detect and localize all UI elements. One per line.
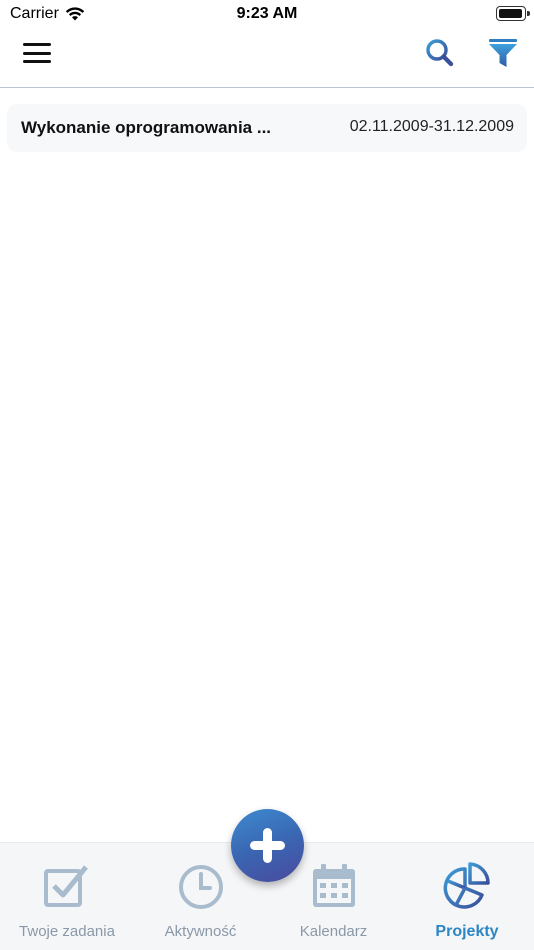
- calendar-icon: [312, 864, 355, 907]
- hamburger-menu-icon[interactable]: [22, 40, 52, 66]
- clock-time: 9:23 AM: [236, 5, 298, 22]
- tab-label: Aktywność: [164, 923, 237, 940]
- list-item[interactable]: Wykonanie oprogramowania ... 02.11.2009-…: [7, 104, 527, 152]
- search-icon[interactable]: [424, 37, 456, 69]
- tab-twoje-zadania[interactable]: Twoje zadania: [0, 843, 134, 950]
- project-dates: 02.11.2009-31.12.2009: [349, 118, 514, 135]
- clock-icon: [178, 865, 223, 909]
- navigation-bar: [0, 28, 534, 88]
- tab-label: Kalendarz: [299, 923, 368, 940]
- pie-chart-icon: [443, 862, 490, 909]
- filter-icon[interactable]: [486, 36, 520, 70]
- checkbox-icon: [44, 865, 88, 907]
- project-name: Wykonanie oprogramowania ...: [21, 118, 272, 137]
- status-bar: Carrier 9:23 AM: [0, 0, 534, 28]
- add-button[interactable]: [231, 809, 304, 882]
- tab-projekty[interactable]: Projekty: [400, 843, 534, 950]
- plus-icon: [250, 828, 285, 863]
- battery-icon: [496, 6, 530, 21]
- tab-label: Projekty: [435, 923, 499, 940]
- tab-label: Twoje zadania: [19, 923, 115, 940]
